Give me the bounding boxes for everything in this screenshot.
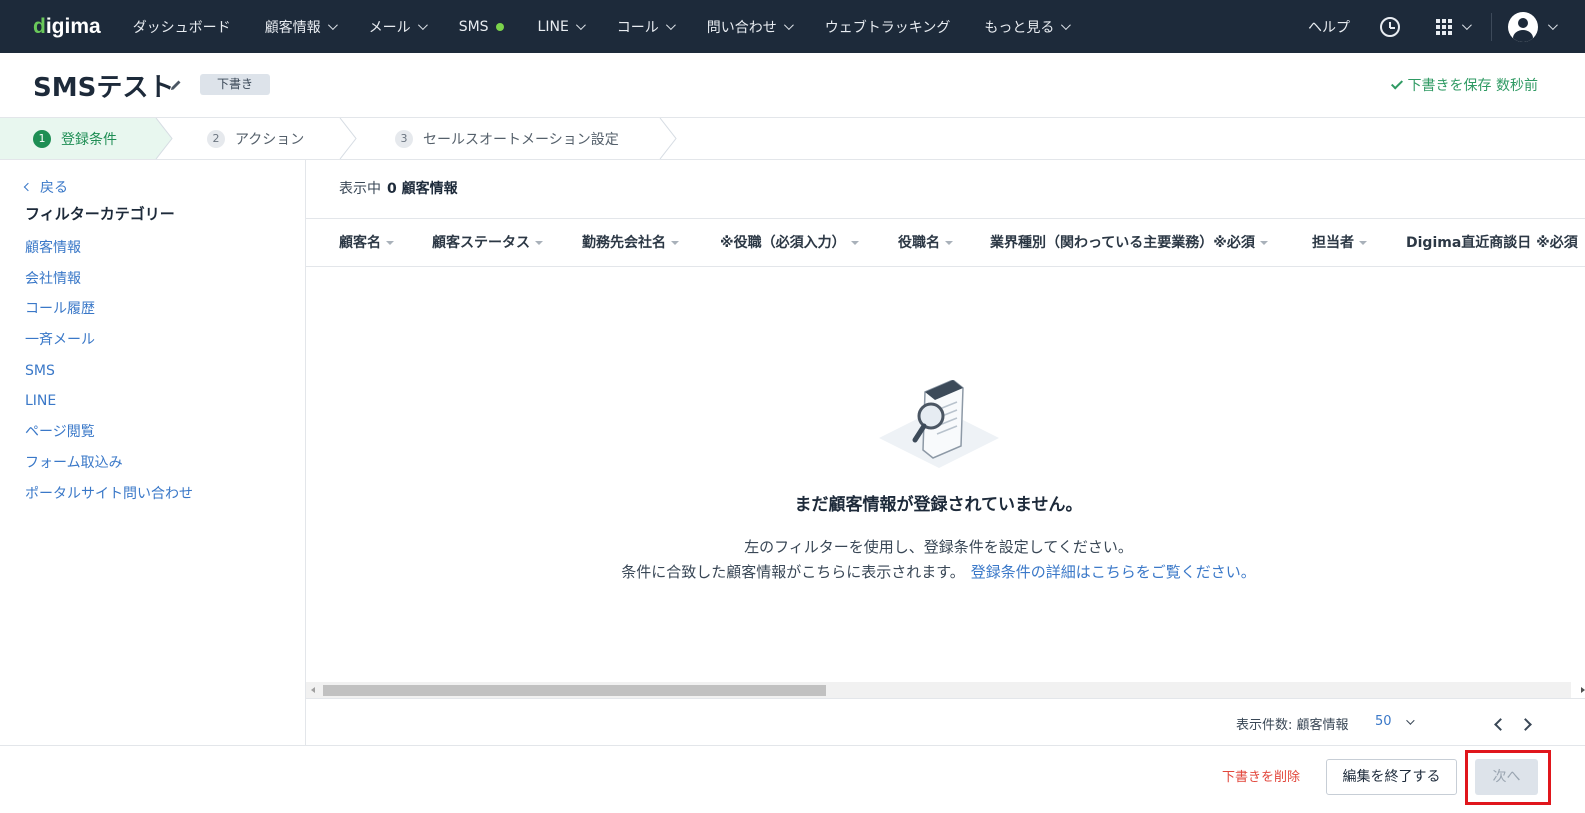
- pencil-edit-icon[interactable]: [170, 79, 182, 91]
- chevron-down-icon: [1405, 715, 1415, 725]
- help-link[interactable]: ヘルプ: [1308, 17, 1350, 37]
- step-actions[interactable]: 2 アクション: [207, 118, 304, 159]
- chevron-down-icon: [1547, 20, 1558, 31]
- sort-icon: [1359, 241, 1367, 245]
- filter-category-title: フィルターカテゴリー: [25, 205, 175, 223]
- stepper: 1 登録条件 2 アクション 3 セールスオートメーション設定: [0, 118, 1585, 160]
- empty-description: 左のフィルターを使用し、登録条件を設定してください。 条件に合致した顧客情報がこ…: [621, 538, 1256, 581]
- page-title: SMSテスト: [33, 73, 175, 103]
- digima-logo[interactable]: d igima: [33, 15, 101, 39]
- chevron-down-icon: [327, 20, 338, 31]
- nav-customers[interactable]: 顧客情報: [265, 17, 338, 37]
- column-header[interactable]: Digima直近商談日 ※必須: [1406, 219, 1578, 266]
- active-dot-icon: [495, 22, 504, 31]
- nav-right: ヘルプ: [1308, 0, 1558, 53]
- page-size-select[interactable]: 50: [1375, 714, 1415, 729]
- scroll-left-arrow-icon[interactable]: [311, 687, 315, 693]
- sort-icon: [535, 241, 543, 245]
- nav-items: ダッシュボード 顧客情報 メール SMS LINE コール 問い合わせ ウェブト…: [133, 17, 1103, 37]
- nav-sms[interactable]: SMS: [459, 19, 504, 35]
- chevron-down-icon: [575, 20, 586, 31]
- delete-draft-button[interactable]: 下書きを削除: [1222, 766, 1300, 785]
- nav-web-tracking[interactable]: ウェブトラッキング: [825, 17, 951, 37]
- chevron-down-icon: [783, 20, 794, 31]
- column-header[interactable]: ※役職（必須入力）: [720, 219, 859, 266]
- column-header[interactable]: 顧客名: [339, 219, 394, 266]
- display-count: 表示中 0 顧客情報: [339, 181, 458, 197]
- scroll-right-arrow-icon[interactable]: [1581, 687, 1585, 693]
- nav-inquiries[interactable]: 問い合わせ: [707, 17, 794, 37]
- filter-sidebar: 戻る フィルターカテゴリー 顧客情報 会社情報 コール履歴 一斉メール SMS …: [0, 160, 306, 745]
- prev-page-icon[interactable]: [1494, 718, 1507, 731]
- nav-line[interactable]: LINE: [538, 19, 586, 35]
- column-header[interactable]: 役職名: [898, 219, 953, 266]
- filter-category-item[interactable]: SMS: [25, 361, 193, 392]
- apps-grid-icon: [1436, 18, 1452, 35]
- filter-category-item[interactable]: ページ閲覧: [25, 422, 193, 453]
- status-badge: 下書き: [200, 74, 270, 95]
- column-header[interactable]: 業界種別（関わっている主要業務）※必須: [990, 219, 1268, 266]
- sort-icon: [1259, 241, 1268, 245]
- filter-category-item[interactable]: LINE: [25, 391, 193, 422]
- chevron-down-icon: [417, 20, 428, 31]
- logo-text: igima: [45, 14, 101, 38]
- empty-title: まだ顧客情報が登録されていません。: [794, 495, 1083, 515]
- page-header: SMSテスト 下書き 下書きを保存 数秒前: [0, 53, 1585, 118]
- nav-dashboard[interactable]: ダッシュボード: [133, 17, 231, 37]
- page-size-label: 表示件数: 顧客情報: [1236, 718, 1349, 733]
- back-link[interactable]: 戻る: [23, 177, 68, 197]
- apps-menu[interactable]: [1436, 18, 1472, 35]
- nav-divider: [1491, 12, 1492, 41]
- end-edit-button[interactable]: 編集を終了する: [1326, 759, 1457, 795]
- chevron-down-icon: [1061, 20, 1072, 31]
- nav-mail[interactable]: メール: [369, 17, 428, 37]
- column-header[interactable]: 勤務先会社名: [582, 219, 679, 266]
- check-icon: [1390, 77, 1403, 90]
- user-avatar-icon: [1508, 11, 1538, 42]
- conditions-help-link[interactable]: 登録条件の詳細はこちらをご覧ください。: [971, 563, 1256, 581]
- sort-icon: [945, 241, 953, 245]
- main-content: 表示中 0 顧客情報 顧客名 顧客ステータス 勤務先会社名 ※役職（必須入力） 役…: [306, 160, 1585, 745]
- chevron-left-icon: [23, 182, 33, 192]
- filter-category-item[interactable]: 会社情報: [25, 269, 193, 300]
- next-page-icon[interactable]: [1519, 718, 1532, 731]
- sort-icon: [671, 241, 679, 245]
- filter-category-item[interactable]: フォーム取込み: [25, 453, 193, 484]
- table-header: 顧客名 顧客ステータス 勤務先会社名 ※役職（必須入力） 役職名 業界種別（関わ…: [306, 218, 1585, 267]
- scrollbar-thumb[interactable]: [323, 685, 826, 696]
- nav-call[interactable]: コール: [617, 17, 676, 37]
- user-menu[interactable]: [1508, 11, 1558, 42]
- sort-icon: [386, 241, 394, 245]
- empty-state: まだ顧客情報が登録されていません。 左のフィルターを使用し、登録条件を設定してく…: [306, 379, 1571, 585]
- search-document-icon: [878, 379, 999, 468]
- alarm-icon[interactable]: [1380, 16, 1400, 37]
- filter-category-item[interactable]: 一斉メール: [25, 330, 193, 361]
- sort-icon: [850, 241, 859, 245]
- chevron-down-icon: [1461, 20, 1472, 31]
- nav-more[interactable]: もっと見る: [984, 17, 1072, 37]
- filter-category-item[interactable]: コール履歴: [25, 299, 193, 330]
- column-header[interactable]: 担当者: [1312, 219, 1367, 266]
- chevron-down-icon: [665, 20, 676, 31]
- step-sales-automation[interactable]: 3 セールスオートメーション設定: [395, 118, 619, 159]
- top-nav: d igima ダッシュボード 顧客情報 メール SMS LINE コール 問い合…: [0, 0, 1585, 53]
- footer-bar: 下書きを削除 編集を終了する 次へ: [0, 745, 1585, 813]
- filter-category-item[interactable]: ポータルサイト問い合わせ: [25, 484, 193, 515]
- pagination-bar: 表示件数: 顧客情報 50: [306, 698, 1585, 745]
- filter-category-list: 顧客情報 会社情報 コール履歴 一斉メール SMS LINE ページ閲覧 フォー…: [25, 238, 193, 514]
- step-registration-conditions[interactable]: 1 登録条件: [33, 118, 117, 159]
- column-header[interactable]: 顧客ステータス: [432, 219, 543, 266]
- save-status: 下書きを保存 数秒前: [1390, 75, 1538, 95]
- next-button[interactable]: 次へ: [1475, 759, 1538, 795]
- horizontal-scrollbar[interactable]: [306, 682, 1585, 698]
- filter-category-item[interactable]: 顧客情報: [25, 238, 193, 269]
